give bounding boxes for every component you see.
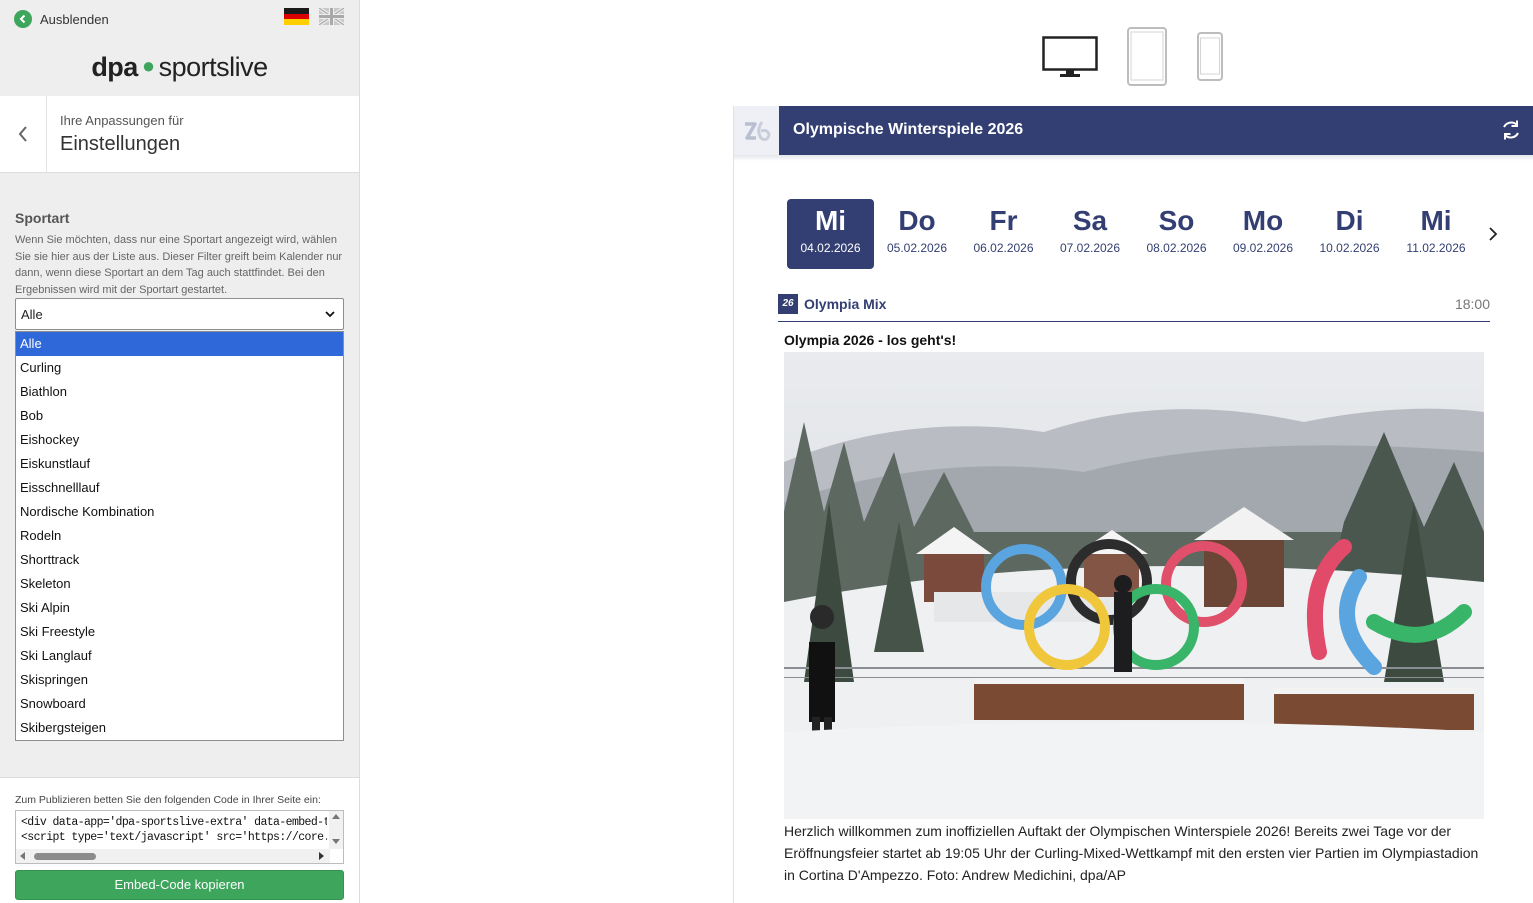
feed-item-header: 26 Olympia Mix 18:00	[778, 294, 1490, 322]
sport-option[interactable]: Ski Freestyle	[16, 620, 343, 644]
day-tab[interactable]: Do 05.02.2026	[874, 199, 961, 269]
copy-embed-code-button[interactable]: Embed-Code kopieren	[15, 870, 344, 900]
embed-code-line: <script type='text/javascript' src='http…	[21, 831, 327, 844]
day-tab[interactable]: Di 10.02.2026	[1306, 199, 1393, 269]
sport-option[interactable]: Alle	[16, 332, 343, 356]
sport-option[interactable]: Ski Alpin	[16, 596, 343, 620]
sport-label: Sportart	[15, 210, 70, 226]
sport-select[interactable]: Alle	[15, 298, 344, 330]
header-title: Einstellungen	[60, 133, 181, 155]
phone-icon[interactable]	[1197, 32, 1223, 81]
header-subtitle: Ihre Anpassungen für	[60, 113, 184, 128]
dpa-sportslive-logo: dpa ● sportslive	[91, 52, 268, 82]
day-date: 05.02.2026	[886, 241, 948, 255]
day-name: Mo	[1242, 205, 1284, 236]
olympia-mix-icon: 26	[778, 294, 798, 314]
desktop-icon[interactable]	[1042, 36, 1098, 78]
day-date: 06.02.2026	[973, 241, 1034, 255]
day-date: 07.02.2026	[1059, 241, 1121, 255]
chevron-down-icon	[325, 310, 335, 317]
article-headline: Olympia 2026 - los geht's!	[784, 332, 957, 348]
sport-option[interactable]: Eishockey	[16, 428, 343, 452]
german-flag-icon[interactable]	[284, 8, 309, 25]
refresh-icon[interactable]	[1500, 119, 1522, 141]
sport-option[interactable]: Eisschnelllauf	[16, 476, 343, 500]
day-name: Sa	[1072, 205, 1108, 236]
back-button[interactable]	[0, 96, 47, 172]
sport-option[interactable]: Rodeln	[16, 524, 343, 548]
chevron-right-icon[interactable]	[1488, 226, 1498, 242]
day-tab[interactable]: Mi 11.02.2026	[1393, 199, 1480, 269]
uk-flag-icon[interactable]	[319, 8, 344, 25]
olympics-2026-logo-icon	[734, 106, 779, 155]
sport-option[interactable]: Skispringen	[16, 668, 343, 692]
sport-option[interactable]: Snowboard	[16, 692, 343, 716]
day-tab[interactable]: Fr 06.02.2026	[960, 199, 1047, 269]
header-shadow	[734, 155, 1533, 161]
widget-header: Olympische Winterspiele 2026	[734, 106, 1533, 155]
day-date: 04.02.2026	[800, 241, 861, 255]
day-name: Mi	[814, 205, 847, 236]
sportslive-widget: Olympische Winterspiele 2026 Mi 04.02.202…	[733, 106, 1533, 903]
day-date: 08.02.2026	[1146, 241, 1207, 255]
scrollbar-thumb[interactable]	[34, 853, 96, 860]
settings-header: Ihre Anpassungen für Einstellungen	[0, 96, 359, 173]
sport-description: Wenn Sie möchten, dass nur eine Sportart…	[15, 234, 343, 296]
article-photo	[784, 352, 1484, 819]
sport-option[interactable]: Biathlon	[16, 380, 343, 404]
sport-option[interactable]: Bob	[16, 404, 343, 428]
day-name: Di	[1335, 205, 1364, 236]
day-name: Do	[898, 205, 936, 236]
day-tab[interactable]: So 08.02.2026	[1133, 199, 1220, 269]
embed-label: Zum Publizieren betten Sie den folgenden…	[15, 794, 321, 806]
sport-option[interactable]: Skibergsteigen	[16, 716, 343, 740]
widget-title: Olympische Winterspiele 2026	[793, 121, 1024, 138]
sport-option[interactable]: Ski Langlauf	[16, 644, 343, 668]
sport-option[interactable]: Shorttrack	[16, 548, 343, 572]
feed-sport-name: Olympia Mix	[804, 296, 887, 312]
chevron-left-icon	[18, 126, 27, 142]
horizontal-scrollbar[interactable]	[16, 849, 330, 863]
embed-code-line: <div data-app='dpa-sportslive-extra' dat…	[21, 816, 327, 829]
sport-option[interactable]: Skeleton	[16, 572, 343, 596]
tablet-icon[interactable]	[1127, 27, 1167, 86]
day-tab[interactable]: Mi 04.02.2026	[787, 199, 874, 269]
chevron-left-circle-icon	[14, 10, 32, 28]
settings-sidebar: Ausblenden dpa ● sportslive Ihre Anpassu…	[0, 0, 360, 903]
vertical-scrollbar[interactable]	[329, 811, 343, 849]
day-date: 10.02.2026	[1319, 241, 1380, 255]
article-text: Herzlich willkommen zum inoffiziellen Au…	[784, 823, 1479, 883]
day-name: Fr	[989, 205, 1018, 236]
day-date: 09.02.2026	[1232, 241, 1294, 255]
day-tab[interactable]: Mo 09.02.2026	[1220, 199, 1307, 269]
embed-section: Zum Publizieren betten Sie den folgenden…	[0, 777, 359, 903]
day-name: So	[1158, 205, 1195, 236]
feed-time: 18:00	[1454, 296, 1490, 312]
sport-option[interactable]: Eiskunstlauf	[16, 452, 343, 476]
hide-sidebar-label: Ausblenden	[40, 11, 109, 27]
day-tab[interactable]: Sa 07.02.2026	[1047, 199, 1134, 269]
day-name: Mi	[1420, 205, 1452, 236]
embed-code-textarea[interactable]: <div data-app='dpa-sportslive-extra' dat…	[15, 810, 344, 864]
day-date: 11.02.2026	[1406, 241, 1466, 255]
sport-option[interactable]: Curling	[16, 356, 343, 380]
sport-dropdown-list: Alle Curling Biathlon Bob Eishockey Eiskunstl…	[15, 331, 344, 741]
logo-dot: ●	[141, 53, 155, 78]
sport-select-value: Alle	[21, 306, 43, 322]
sport-option[interactable]: Nordische Kombination	[16, 500, 343, 524]
hide-sidebar-button[interactable]: Ausblenden	[14, 10, 109, 28]
sidebar-top: Ausblenden dpa ● sportslive	[0, 0, 359, 96]
